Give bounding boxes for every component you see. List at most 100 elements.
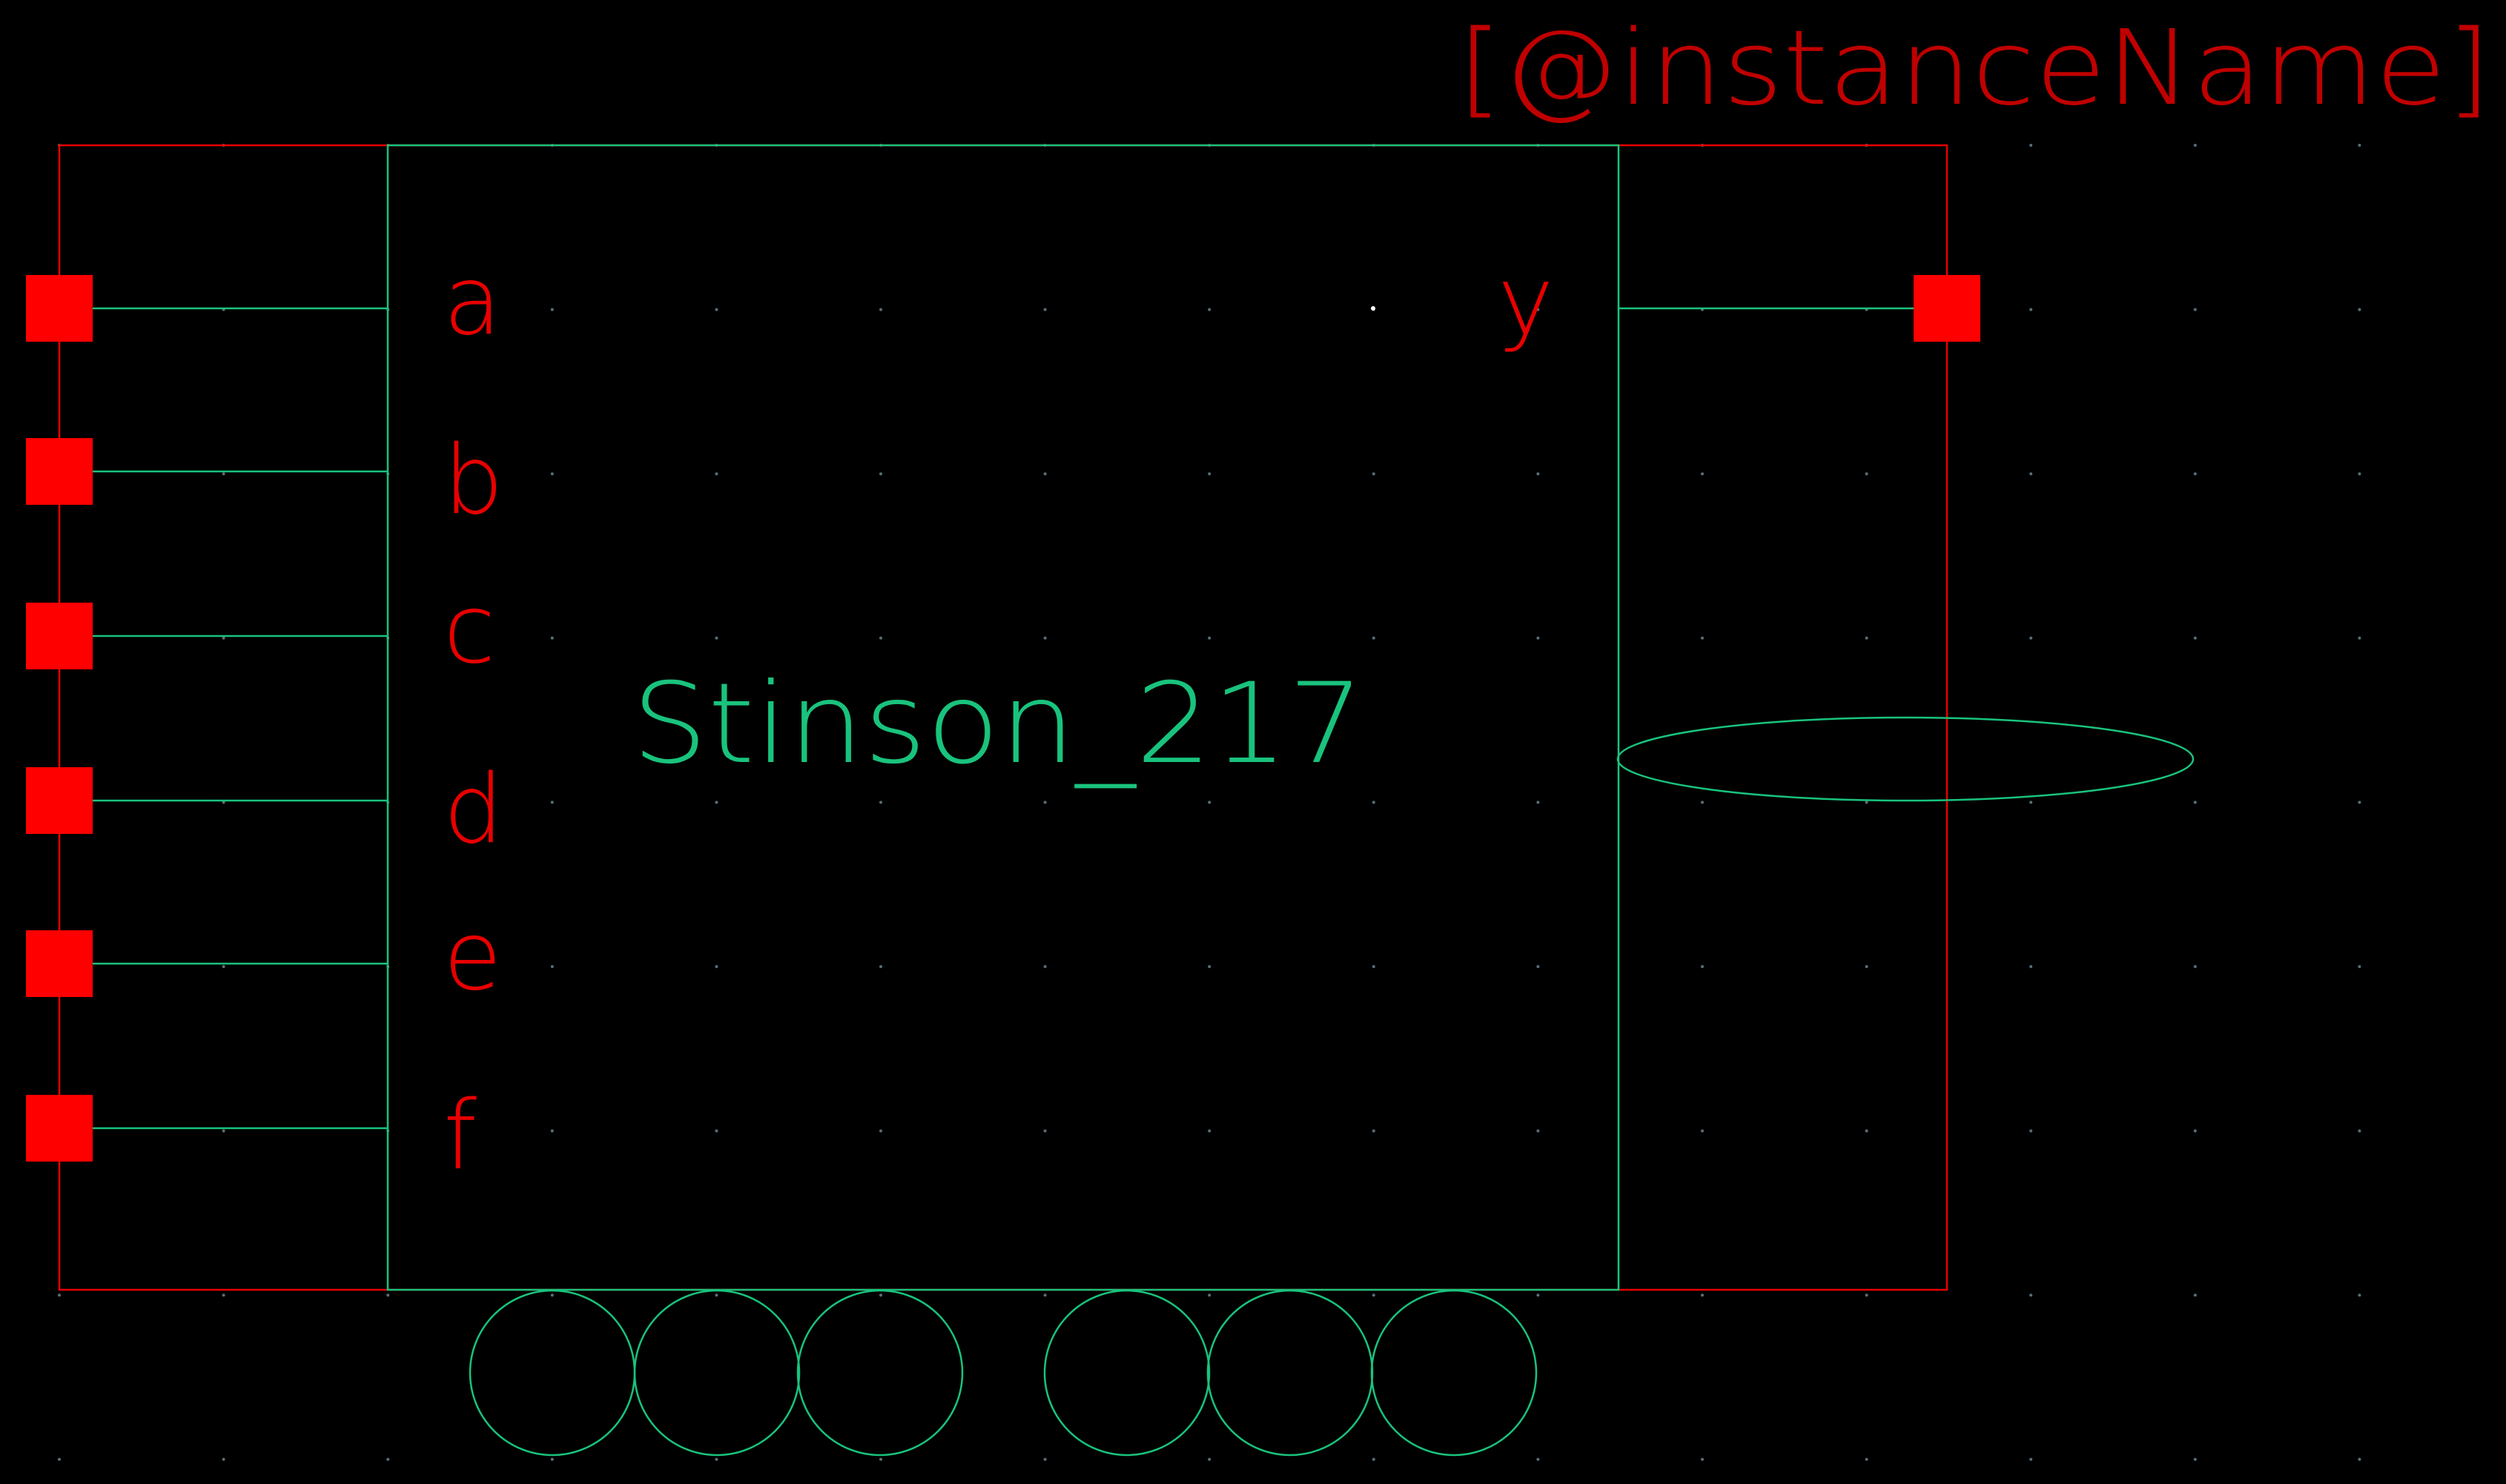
grid-dot — [715, 1129, 718, 1133]
grid-dot — [2358, 965, 2361, 968]
grid-dot — [58, 1293, 61, 1297]
grid-dot — [715, 801, 718, 804]
grid-dot — [1043, 965, 1047, 968]
grid-dot — [550, 1457, 554, 1461]
grid-dot — [2029, 1293, 2033, 1297]
grid-dot — [1536, 636, 1540, 640]
grid-dot — [2193, 308, 2197, 311]
grid-dot — [1865, 1293, 1868, 1297]
grid-dot — [550, 472, 554, 476]
grid-dot — [1208, 472, 1211, 476]
grid-dot — [1043, 1457, 1047, 1461]
grid-dot — [1865, 1457, 1868, 1461]
grid-dot — [1208, 636, 1211, 640]
grid-dot — [1043, 472, 1047, 476]
schematic-canvas[interactable]: a b c d e f y Stinson_217 [@instanceName… — [0, 0, 2506, 1484]
grid-dot — [2358, 1457, 2361, 1461]
grid-dot — [550, 965, 554, 968]
pin-square-d[interactable] — [26, 767, 93, 834]
cell-name-label: Stinson_217 — [632, 660, 1364, 789]
grid-dot — [715, 636, 718, 640]
pin-label-y: y — [1498, 246, 1554, 357]
grid-dot — [1372, 472, 1375, 476]
grid-dot — [1865, 801, 1868, 804]
pin-label-b: b — [443, 425, 503, 536]
grid-dot — [1865, 636, 1868, 640]
grid-dot — [1372, 801, 1375, 804]
grid-dot — [1043, 1129, 1047, 1133]
grid-dot — [2029, 801, 2033, 804]
grid-dot — [1043, 1293, 1047, 1297]
pin-label-a: a — [443, 246, 501, 357]
grid-dot — [222, 1293, 225, 1297]
grid-dot — [222, 965, 225, 968]
grid-dot — [2193, 636, 2197, 640]
grid-dot — [222, 636, 225, 640]
grid-dot — [222, 1457, 225, 1461]
grid-dot — [1701, 472, 1704, 476]
grid-dot — [1372, 636, 1375, 640]
grid-dot — [1865, 472, 1868, 476]
grid-dot — [550, 308, 554, 311]
grid-dot — [2029, 1457, 2033, 1461]
grid-dot — [2029, 308, 2033, 311]
grid-dot — [58, 1457, 61, 1461]
pin-label-c: c — [443, 574, 495, 685]
pin-label-e: e — [443, 901, 502, 1012]
grid-dot — [879, 1293, 882, 1297]
grid-dot — [2358, 1293, 2361, 1297]
grid-dot — [2029, 472, 2033, 476]
grid-dot — [222, 1129, 225, 1133]
grid-dot — [1208, 801, 1211, 804]
grid-dot — [1701, 801, 1704, 804]
grid-dot — [1372, 1129, 1375, 1133]
grid-dot — [1208, 965, 1211, 968]
grid-dot — [879, 1129, 882, 1133]
pin-square-e[interactable] — [26, 930, 93, 997]
grid-dot — [222, 472, 225, 476]
grid-dot — [1208, 1457, 1211, 1461]
grid-dot — [550, 1293, 554, 1297]
grid-dot — [1701, 1457, 1704, 1461]
grid-dot — [2193, 1293, 2197, 1297]
grid-dot — [1701, 1129, 1704, 1133]
instance-name-label: [@instanceName] — [1458, 8, 2491, 129]
grid-dot — [1865, 1129, 1868, 1133]
grid-dot — [550, 801, 554, 804]
grid-dot — [1701, 636, 1704, 640]
grid-dot — [550, 1129, 554, 1133]
grid-dot — [1536, 801, 1540, 804]
grid-dot — [2358, 636, 2361, 640]
grid-dot — [2358, 144, 2361, 147]
pin-square-a[interactable] — [26, 275, 93, 342]
grid-dot — [715, 308, 718, 311]
grid-dot — [1701, 965, 1704, 968]
grid-dot — [2358, 1129, 2361, 1133]
grid-dot — [715, 1293, 718, 1297]
grid-dot — [1043, 636, 1047, 640]
pin-square-f[interactable] — [26, 1095, 93, 1162]
grid-dot — [715, 965, 718, 968]
grid-dot — [1208, 308, 1211, 311]
grid-dot — [2029, 144, 2033, 147]
grid-dot — [2029, 965, 2033, 968]
pin-square-y[interactable] — [1914, 275, 1980, 342]
grid-dot — [1536, 1129, 1540, 1133]
pin-square-b[interactable] — [26, 438, 93, 505]
pin-square-c[interactable] — [26, 603, 93, 669]
grid-dot — [1372, 1293, 1375, 1297]
pin-label-f: f — [443, 1081, 477, 1191]
grid-dot — [1536, 1293, 1540, 1297]
grid-dot — [386, 1457, 390, 1461]
pin-label-d: d — [443, 755, 503, 865]
grid-dot — [2193, 144, 2197, 147]
grid-dot — [386, 1293, 390, 1297]
grid-dot — [715, 1457, 718, 1461]
grid-dot — [1536, 472, 1540, 476]
grid-dot — [879, 472, 882, 476]
grid-dot — [1536, 1457, 1540, 1461]
grid-dot — [1208, 1129, 1211, 1133]
grid-dot — [1043, 308, 1047, 311]
grid-dot — [2193, 801, 2197, 804]
grid-dot — [2029, 636, 2033, 640]
